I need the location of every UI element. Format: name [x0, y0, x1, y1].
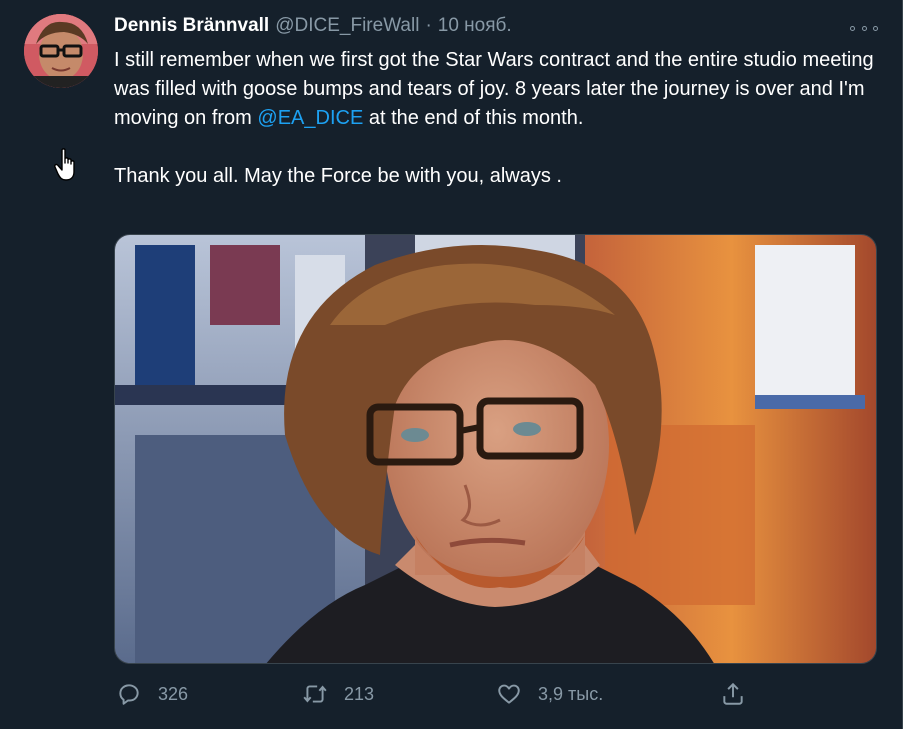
mention-link[interactable]: @EA_DICE — [257, 107, 363, 129]
retweet-count: 213 — [344, 683, 375, 704]
heart-icon — [498, 684, 520, 704]
tweet-header: Dennis Brännvall @DICE_FireWall · 10 ноя… — [114, 15, 512, 41]
tweet-actions: 326 213 3,9 тыс. — [114, 676, 877, 712]
like-count: 3,9 тыс. — [538, 683, 604, 704]
tweet-text-post: at the end of this month. — [363, 107, 584, 129]
reply-icon — [119, 684, 139, 705]
more-horizontal-icon[interactable] — [850, 18, 878, 38]
tweet-text: I still remember when we first got the S… — [114, 46, 874, 191]
tweet-paragraph-2: Thank you all. May the Force be with you… — [114, 165, 562, 187]
share-icon — [723, 682, 743, 705]
tweet-card[interactable]: Dennis Brännvall @DICE_FireWall · 10 ноя… — [0, 0, 903, 729]
avatar[interactable] — [24, 14, 98, 88]
reply-count: 326 — [158, 683, 189, 704]
reply-button[interactable]: 326 — [116, 676, 188, 712]
author-name[interactable]: Dennis Brännvall — [114, 15, 269, 37]
share-button[interactable] — [720, 676, 762, 712]
header-separator: · — [425, 15, 432, 36]
author-handle[interactable]: @DICE_FireWall — [275, 15, 419, 37]
hand-pointer-icon — [54, 148, 80, 182]
tweet-photo[interactable] — [114, 234, 877, 664]
like-button[interactable]: 3,9 тыс. — [496, 676, 603, 712]
tweet-paragraph-1: I still remember when we first got the S… — [114, 46, 874, 133]
retweet-icon — [303, 685, 327, 703]
tweet-date[interactable]: 10 нояб. — [438, 15, 512, 37]
retweet-button[interactable]: 213 — [302, 676, 374, 712]
